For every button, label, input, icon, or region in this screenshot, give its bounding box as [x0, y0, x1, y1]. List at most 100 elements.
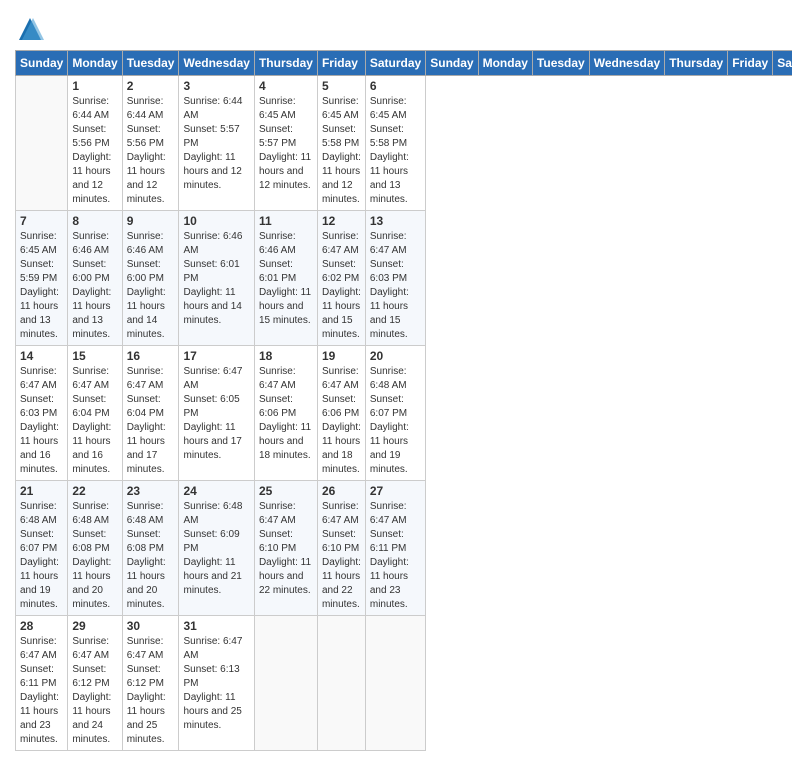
day-info: Sunrise: 6:44 AMSunset: 5:56 PMDaylight:… — [72, 95, 117, 207]
day-number: 12 — [322, 214, 361, 228]
sunrise-text: Sunrise: 6:48 AM — [183, 501, 242, 526]
sunset-text: Sunset: 6:04 PM — [72, 394, 109, 419]
day-info: Sunrise: 6:47 AMSunset: 6:12 PMDaylight:… — [127, 635, 175, 747]
sunrise-text: Sunrise: 6:47 AM — [127, 366, 164, 391]
daylight-text: Daylight: 11 hours and 22 minutes. — [322, 557, 361, 610]
calendar-day-cell: 31Sunrise: 6:47 AMSunset: 6:13 PMDayligh… — [179, 616, 254, 751]
sunset-text: Sunset: 6:05 PM — [183, 394, 239, 419]
day-number: 27 — [370, 484, 421, 498]
sunset-text: Sunset: 5:57 PM — [183, 124, 239, 149]
calendar-day-cell: 23Sunrise: 6:48 AMSunset: 6:08 PMDayligh… — [122, 481, 179, 616]
sunrise-text: Sunrise: 6:47 AM — [72, 366, 109, 391]
calendar-day-cell: 20Sunrise: 6:48 AMSunset: 6:07 PMDayligh… — [365, 346, 425, 481]
sunset-text: Sunset: 6:03 PM — [20, 394, 57, 419]
calendar-day-cell: 8Sunrise: 6:46 AMSunset: 6:00 PMDaylight… — [68, 211, 122, 346]
sunset-text: Sunset: 6:01 PM — [259, 259, 296, 284]
day-number: 18 — [259, 349, 313, 363]
calendar-day-cell: 28Sunrise: 6:47 AMSunset: 6:11 PMDayligh… — [16, 616, 68, 751]
day-of-week-header: Wednesday — [179, 51, 254, 76]
calendar-day-cell: 14Sunrise: 6:47 AMSunset: 6:03 PMDayligh… — [16, 346, 68, 481]
daylight-text: Daylight: 11 hours and 14 minutes. — [183, 287, 241, 326]
calendar-day-cell: 24Sunrise: 6:48 AMSunset: 6:09 PMDayligh… — [179, 481, 254, 616]
daylight-text: Daylight: 11 hours and 22 minutes. — [259, 557, 311, 596]
sunset-text: Sunset: 6:08 PM — [127, 529, 164, 554]
day-info: Sunrise: 6:47 AMSunset: 6:06 PMDaylight:… — [259, 365, 313, 463]
day-info: Sunrise: 6:46 AM Sunset: 6:00 PM Daylight:… — [127, 230, 175, 342]
day-of-week-header: Friday — [317, 51, 365, 76]
day-number: 25 — [259, 484, 313, 498]
calendar-day-cell: 11Sunrise: 6:46 AMSunset: 6:01 PMDayligh… — [254, 211, 317, 346]
day-number: 20 — [370, 349, 421, 363]
daylight-text: Daylight: 11 hours and 17 minutes. — [127, 422, 166, 475]
page-header — [15, 10, 777, 44]
daylight-text: Daylight: 11 hours and 21 minutes. — [183, 557, 241, 596]
day-info: Sunrise: 6:44 AMSunset: 5:56 PMDaylight:… — [127, 95, 175, 207]
sunrise-text: Sunrise: 6:47 AM — [370, 501, 407, 526]
day-of-week-header: Tuesday — [122, 51, 179, 76]
day-of-week-header: Saturday — [365, 51, 425, 76]
day-of-week-header: Tuesday — [532, 51, 589, 76]
sunset-text: Sunset: 6:12 PM — [72, 664, 109, 689]
day-number: 14 — [20, 349, 63, 363]
calendar-day-cell: 2Sunrise: 6:44 AMSunset: 5:56 PMDaylight… — [122, 76, 179, 211]
calendar-day-cell: 12Sunrise: 6:47 AMSunset: 6:02 PMDayligh… — [317, 211, 365, 346]
day-info: Sunrise: 6:47 AMSunset: 6:03 PMDaylight:… — [370, 230, 421, 342]
day-info: Sunrise: 6:47 AMSunset: 6:05 PMDaylight:… — [183, 365, 249, 463]
calendar-day-cell: 29Sunrise: 6:47 AMSunset: 6:12 PMDayligh… — [68, 616, 122, 751]
day-info: Sunrise: 6:47 AMSunset: 6:10 PMDaylight:… — [259, 500, 313, 598]
logo — [15, 14, 49, 44]
sunset-text: Sunset: 6:11 PM — [20, 664, 57, 689]
sunset-text: Sunset: 6:09 PM — [183, 529, 239, 554]
sunrise-text: Sunrise: 6:47 AM — [370, 231, 407, 256]
sunrise-text: Sunrise: 6:45 AM — [259, 96, 296, 121]
calendar-day-cell: 6Sunrise: 6:45 AMSunset: 5:58 PMDaylight… — [365, 76, 425, 211]
sunset-text: Sunset: 6:10 PM — [322, 529, 359, 554]
day-info: Sunrise: 6:45 AMSunset: 5:58 PMDaylight:… — [370, 95, 421, 207]
sunset-text: Sunset: 6:01 PM — [183, 259, 239, 284]
calendar-day-cell: 3Sunrise: 6:44 AMSunset: 5:57 PMDaylight… — [179, 76, 254, 211]
day-of-week-header: Thursday — [665, 51, 728, 76]
calendar-header-row: SundayMondayTuesdayWednesdayThursdayFrid… — [16, 51, 792, 76]
daylight-text: Daylight: 11 hours and 23 minutes. — [370, 557, 409, 610]
calendar-day-cell: 7 Sunrise: 6:45 AMSunset: 5:59 PMDaylight… — [16, 211, 68, 346]
daylight-text: Daylight: 11 hours and 20 minutes. — [72, 557, 111, 610]
calendar-table: SundayMondayTuesdayWednesdayThursdayFrid… — [15, 50, 792, 751]
daylight-text: Daylight: 11 hours and 24 minutes. — [72, 692, 111, 745]
daylight-text: Daylight: 11 hours and 16 minutes. — [72, 422, 111, 475]
sunset-text: Sunset: 6:13 PM — [183, 664, 239, 689]
sunset-text: Sunset: 6:00 PM — [127, 259, 164, 284]
sunset-text: Sunset: 6:02 PM — [322, 259, 359, 284]
calendar-day-cell: 16Sunrise: 6:47 AMSunset: 6:04 PMDayligh… — [122, 346, 179, 481]
sunrise-text: Sunrise: 6:46 AM — [127, 231, 164, 256]
daylight-text: Daylight: 11 hours and 19 minutes. — [20, 557, 59, 610]
sunset-text: Sunset: 5:56 PM — [127, 124, 164, 149]
sunrise-text: Sunrise: 6:47 AM — [259, 366, 296, 391]
daylight-text: Daylight: 11 hours and 18 minutes. — [322, 422, 361, 475]
daylight-text: Daylight: 11 hours and 14 minutes. — [127, 287, 166, 340]
day-number: 11 — [259, 214, 313, 228]
calendar-week-row: 21Sunrise: 6:48 AMSunset: 6:07 PMDayligh… — [16, 481, 792, 616]
sunrise-text: Sunrise: 6:48 AM — [72, 501, 109, 526]
sunset-text: Sunset: 6:00 PM — [72, 259, 109, 284]
sunrise-text: Sunrise: 6:48 AM — [127, 501, 164, 526]
day-info: Sunrise: 6:47 AMSunset: 6:13 PMDaylight:… — [183, 635, 249, 733]
sunrise-text: Sunrise: 6:47 AM — [183, 366, 242, 391]
day-of-week-header: Saturday — [773, 51, 792, 76]
sunrise-text: Sunrise: 6:45 AM — [322, 96, 359, 121]
day-of-week-header: Monday — [478, 51, 532, 76]
day-info: Sunrise: 6:45 AMSunset: 5:57 PMDaylight:… — [259, 95, 313, 193]
day-info: Sunrise: 6:45 AMSunset: 5:59 PMDaylight:… — [20, 230, 63, 342]
calendar-day-cell — [254, 616, 317, 751]
day-number: 21 — [20, 484, 63, 498]
day-info: Sunrise: 6:47 AM Sunset: 6:04 PM Daylight:… — [127, 365, 175, 477]
sunrise-text: Sunrise: 6:45 AM — [20, 231, 57, 256]
sunset-text: Sunset: 6:04 PM — [127, 394, 164, 419]
sunrise-text: Sunrise: 6:44 AM — [183, 96, 242, 121]
day-info: Sunrise: 6:48 AMSunset: 6:08 PMDaylight:… — [72, 500, 117, 612]
calendar-week-row: 28Sunrise: 6:47 AMSunset: 6:11 PMDayligh… — [16, 616, 792, 751]
daylight-text: Daylight: 11 hours and 23 minutes. — [20, 692, 59, 745]
day-of-week-header: Sunday — [16, 51, 68, 76]
sunrise-text: Sunrise: 6:44 AM — [127, 96, 164, 121]
calendar-day-cell: 22Sunrise: 6:48 AMSunset: 6:08 PMDayligh… — [68, 481, 122, 616]
day-number: 7 — [20, 214, 63, 228]
